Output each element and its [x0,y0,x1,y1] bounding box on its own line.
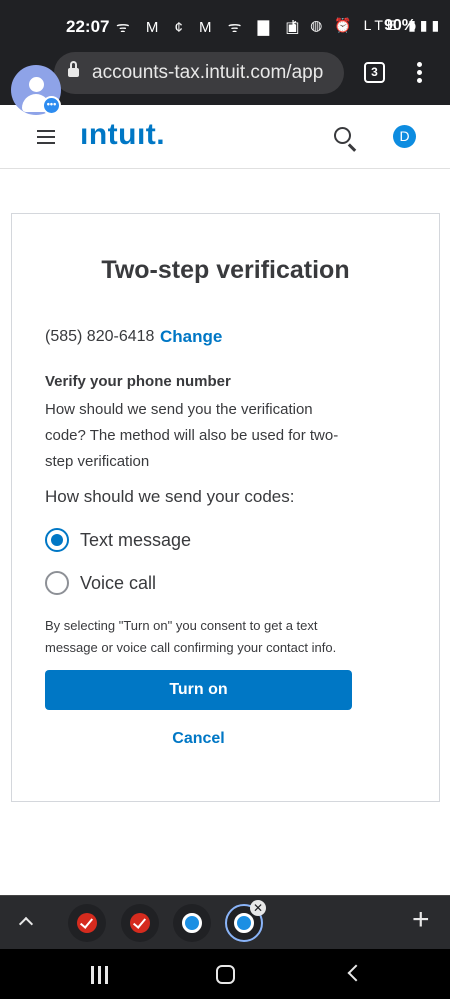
chevron-up-icon[interactable] [18,913,34,932]
verify-heading: Verify your phone number [45,373,231,390]
back-icon[interactable] [345,964,365,982]
more-options-icon[interactable] [414,62,424,84]
tab-chip[interactable] [173,904,211,942]
search-icon[interactable] [334,127,358,152]
close-tab-icon[interactable]: ✕ [250,900,266,916]
recents-icon[interactable] [91,966,109,984]
status-bar: 22:07 ᯤ M ¢ M ᯤ ▇ ▣ ⚷ ◍ ⏰ LTE ▮▮▮ 90% [0,0,450,52]
system-icons: ⚷ ◍ ⏰ LTE ▮▮▮ [288,17,444,33]
check-favicon-icon [130,913,150,933]
tab-switcher-button[interactable]: 3 [364,62,385,83]
page-title: Two-step verification [101,256,350,284]
message-badge-icon: ••• [42,96,61,115]
option-label[interactable]: Voice call [80,573,156,594]
bottom-tab-strip: ✕ + [0,895,450,949]
browser-chrome: 22:07 ᯤ M ¢ M ᯤ ▇ ▣ ⚷ ◍ ⏰ LTE ▮▮▮ 90% ac… [0,0,450,105]
cancel-button[interactable]: Cancel [45,730,352,754]
notification-icons: ᯤ M ¢ M ᯤ ▇ ▣ [116,19,306,36]
home-icon[interactable] [216,965,235,984]
user-avatar[interactable]: D [393,125,416,148]
new-tab-icon[interactable]: + [412,905,430,935]
verification-card: Two-step verification (585) 820-6418 Cha… [11,213,440,802]
system-nav-bar [0,949,450,999]
radio-text-message[interactable] [45,528,69,552]
status-time: 22:07 [66,17,110,36]
verify-description: How should we send you the verification … [45,401,339,470]
option-label[interactable]: Text message [80,530,191,551]
turn-on-button[interactable]: Turn on [45,670,352,710]
change-phone-link[interactable]: Change [160,327,222,347]
circle-favicon-icon [182,913,202,933]
address-bar[interactable]: accounts-tax.intuit.com/app [54,52,344,94]
site-header: ıntuıt. D [0,105,450,169]
battery-level: 90% [384,17,417,34]
lock-icon[interactable] [68,61,79,79]
consent-text: By selecting "Turn on" you consent to ge… [45,618,337,655]
menu-icon[interactable] [37,130,55,144]
tab-chip[interactable] [68,904,106,942]
url-text[interactable]: accounts-tax.intuit.com/app [92,62,342,84]
radio-voice-call[interactable] [45,571,69,595]
check-favicon-icon [77,913,97,933]
phone-number: (585) 820-6418 [45,328,155,345]
circle-favicon-icon [234,913,254,933]
tab-chip[interactable] [121,904,159,942]
codes-question: How should we send your codes: [45,487,295,506]
intuit-logo[interactable]: ıntuıt. [80,118,165,152]
